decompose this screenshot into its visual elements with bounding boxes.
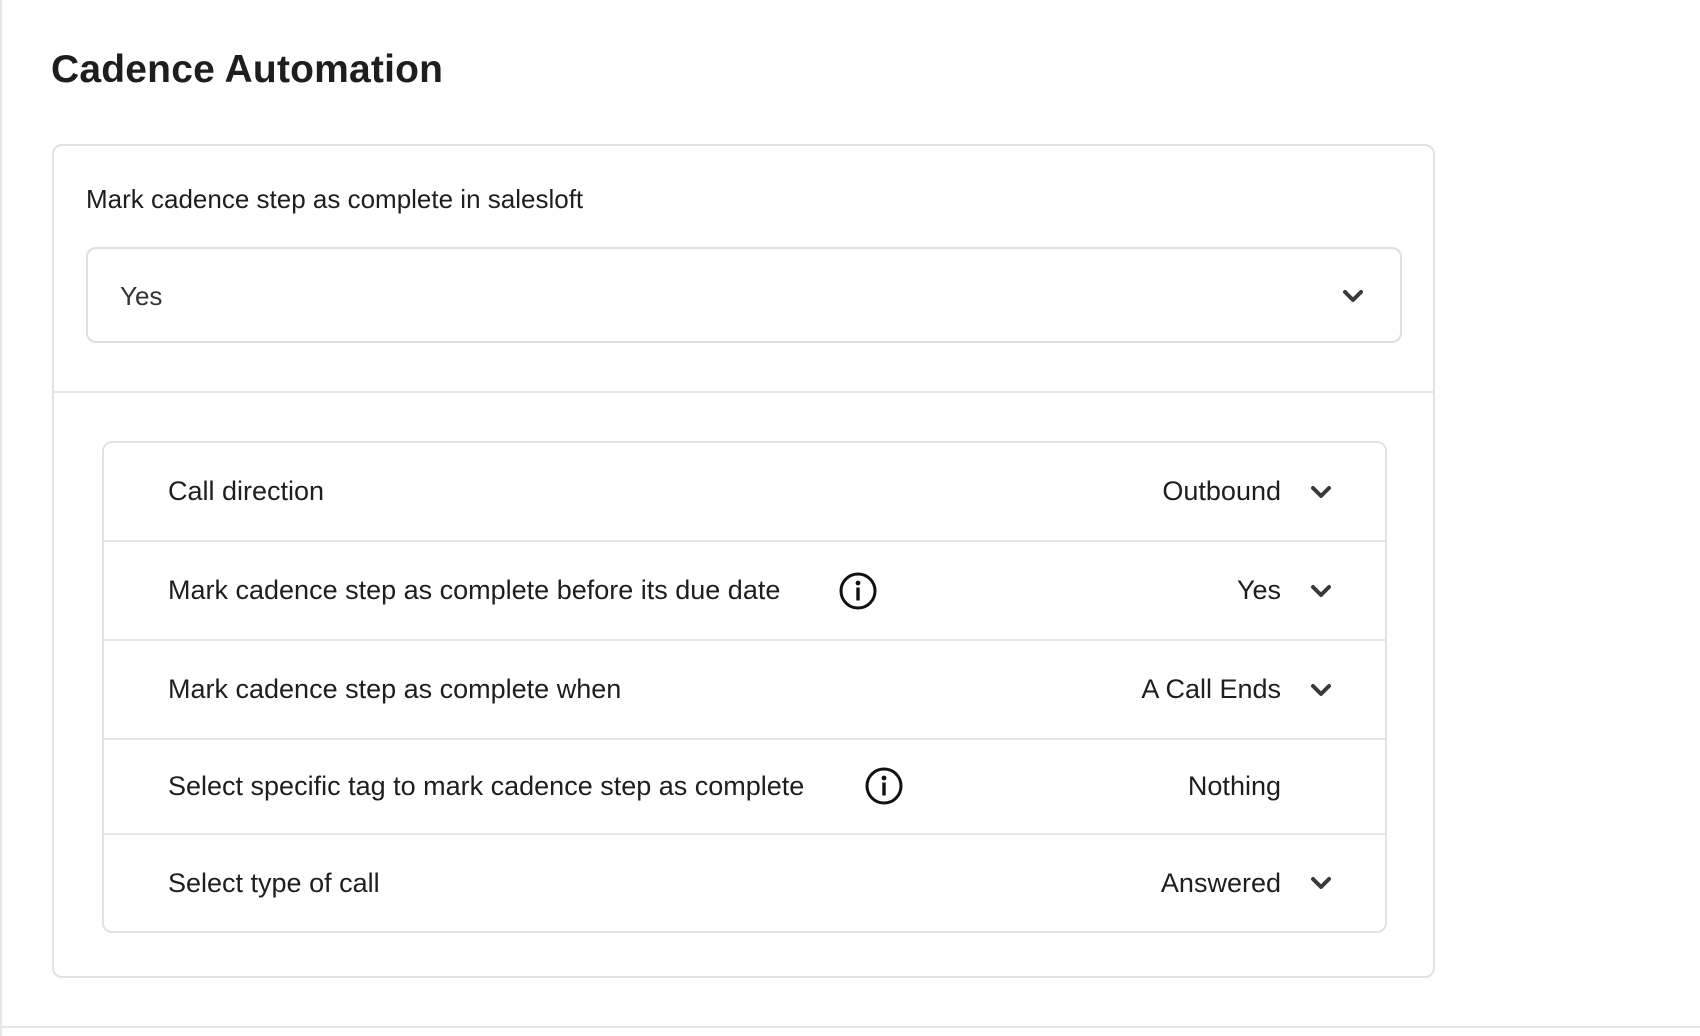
specific-tag-label: Select specific tag to mark cadence step… bbox=[168, 771, 805, 801]
complete-when-value[interactable]: A Call Ends bbox=[1141, 641, 1281, 738]
setting-row-complete-when[interactable]: Mark cadence step as complete when A Cal… bbox=[104, 641, 1385, 740]
info-icon[interactable] bbox=[864, 766, 904, 806]
cadence-settings-list: Call direction Outbound Mark cadence ste… bbox=[102, 441, 1387, 933]
page-title: Cadence Automation bbox=[51, 48, 444, 91]
chevron-down-icon bbox=[1343, 290, 1363, 302]
setting-row-specific-tag[interactable]: Select specific tag to mark cadence step… bbox=[104, 740, 1385, 835]
mark-complete-salesloft-value: Yes bbox=[120, 281, 163, 311]
chevron-down-icon[interactable] bbox=[1310, 876, 1332, 890]
specific-tag-value[interactable]: Nothing bbox=[1188, 740, 1281, 833]
complete-before-due-value[interactable]: Yes bbox=[1237, 542, 1281, 639]
complete-before-due-label: Mark cadence step as complete before its… bbox=[168, 575, 781, 605]
chevron-down-icon[interactable] bbox=[1310, 683, 1332, 697]
mark-complete-salesloft-label: Mark cadence step as complete in saleslo… bbox=[86, 184, 584, 214]
cadence-settings-card: Mark cadence step as complete in saleslo… bbox=[52, 144, 1435, 978]
setting-row-call-type[interactable]: Select type of call Answered bbox=[104, 835, 1385, 931]
setting-row-complete-before-due[interactable]: Mark cadence step as complete before its… bbox=[104, 542, 1385, 641]
call-direction-label: Call direction bbox=[168, 476, 325, 506]
call-type-label: Select type of call bbox=[168, 868, 380, 898]
primary-setting-section: Mark cadence step as complete in saleslo… bbox=[54, 146, 1433, 393]
setting-row-call-direction[interactable]: Call direction Outbound bbox=[104, 443, 1385, 542]
cadence-automation-page: Cadence Automation Mark cadence step as … bbox=[0, 0, 1700, 1036]
call-type-value[interactable]: Answered bbox=[1161, 835, 1281, 931]
bottom-divider bbox=[2, 1026, 1700, 1028]
chevron-down-icon[interactable] bbox=[1310, 485, 1332, 499]
call-direction-value[interactable]: Outbound bbox=[1162, 443, 1281, 540]
chevron-down-icon[interactable] bbox=[1310, 584, 1332, 598]
mark-complete-salesloft-select[interactable]: Yes bbox=[86, 247, 1402, 343]
info-icon[interactable] bbox=[838, 571, 878, 611]
complete-when-label: Mark cadence step as complete when bbox=[168, 674, 622, 704]
